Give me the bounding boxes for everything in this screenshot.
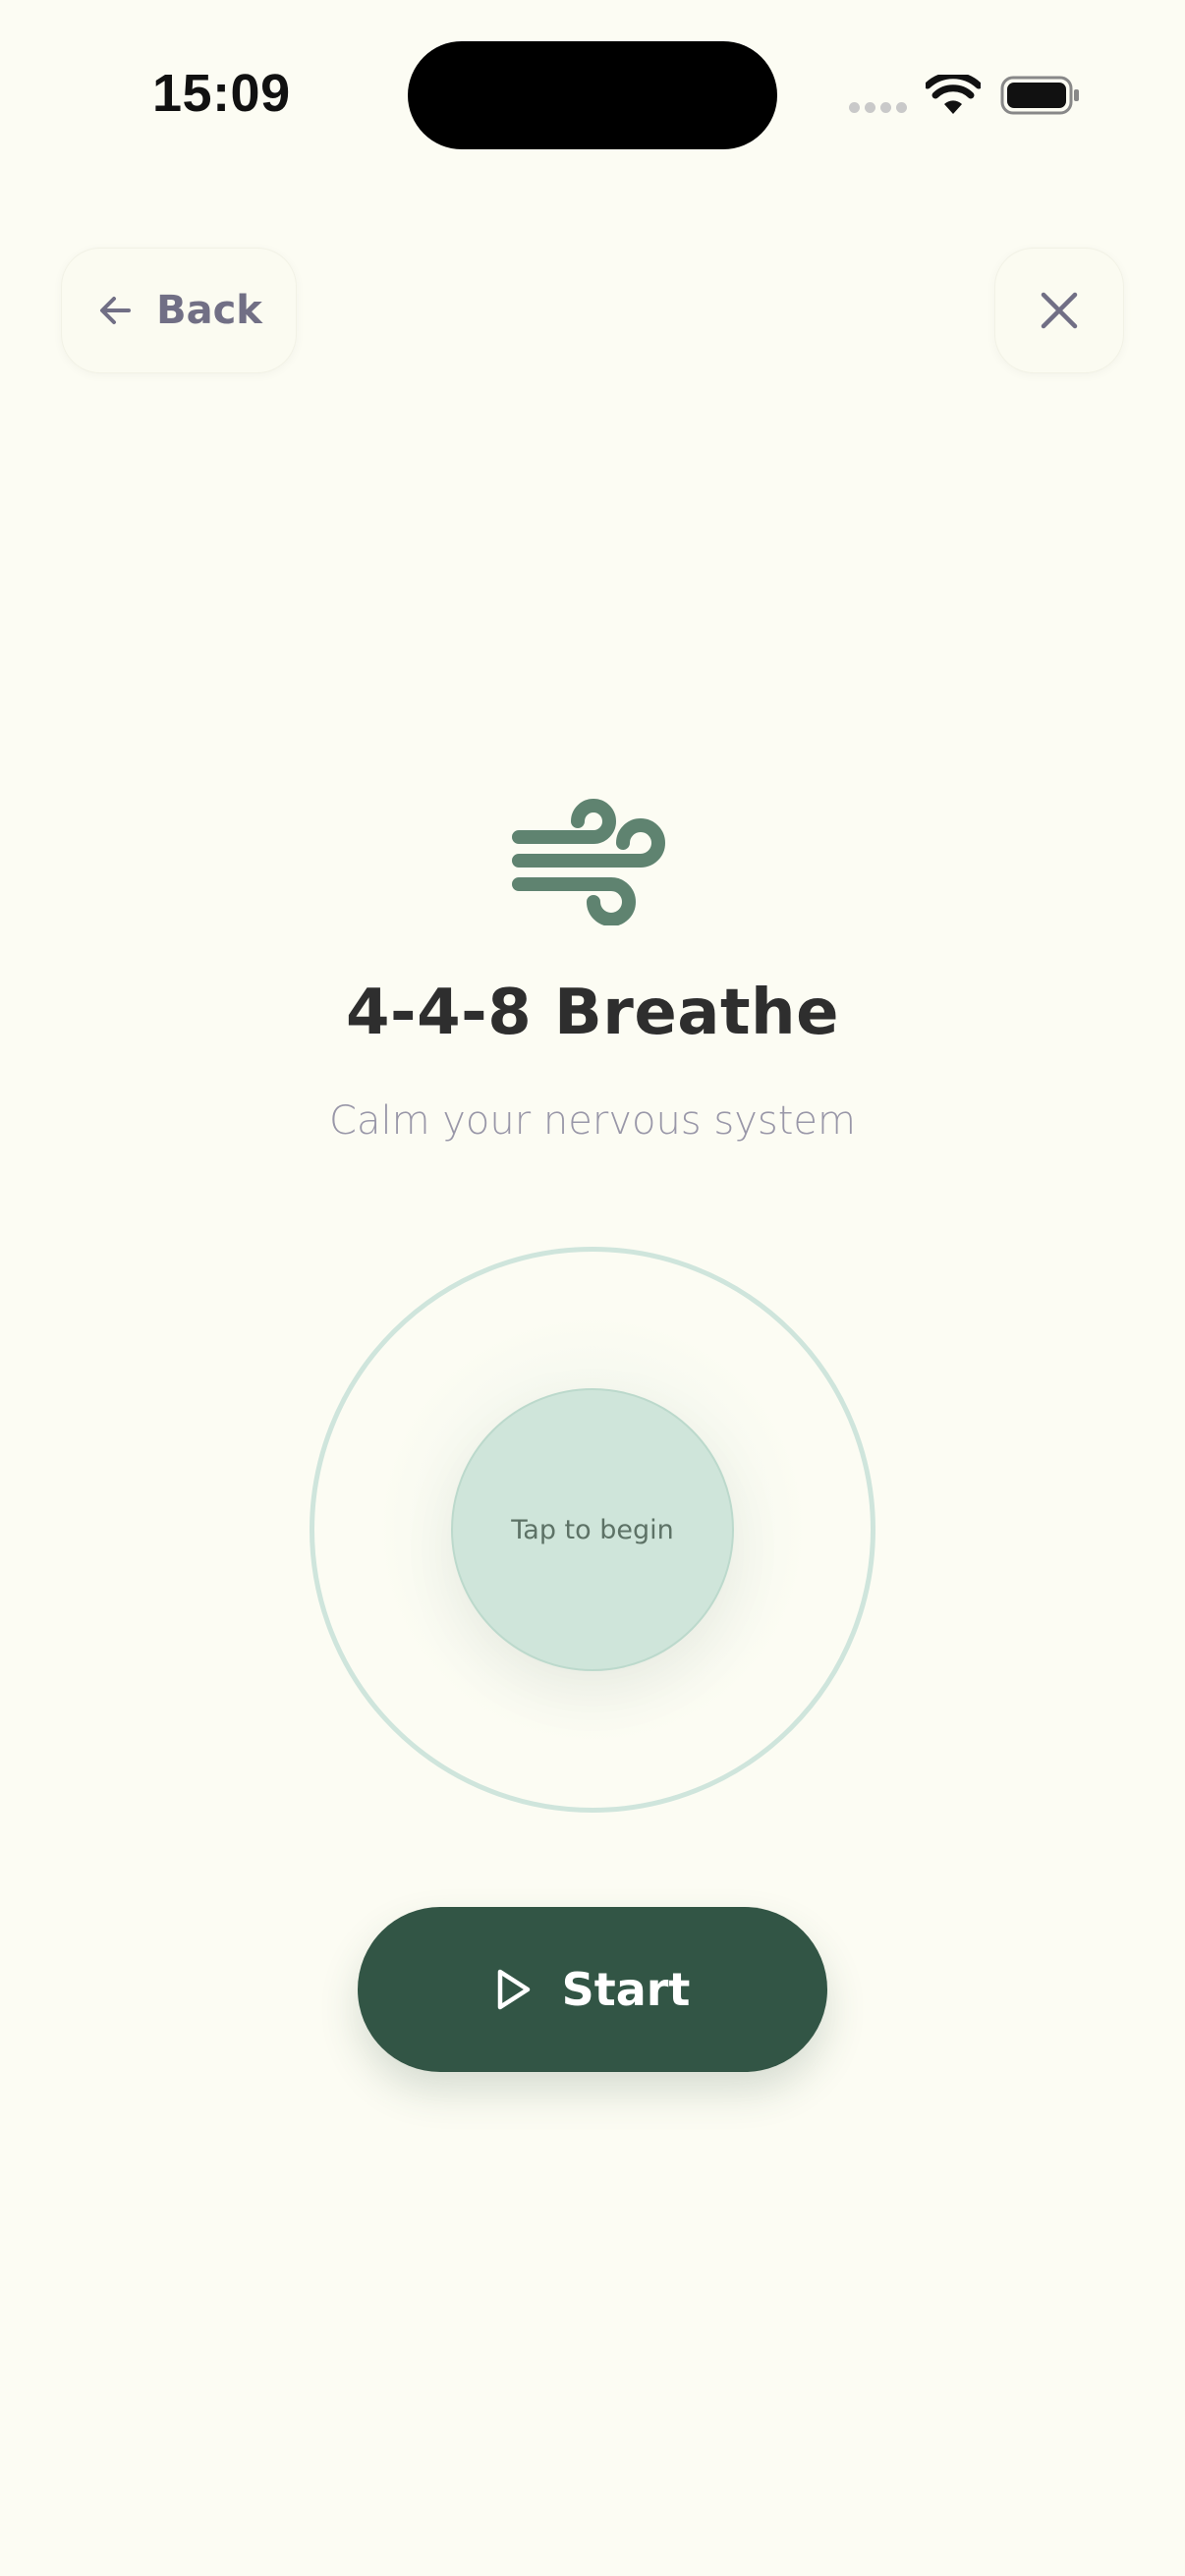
dynamic-island xyxy=(408,41,777,149)
breathing-screen: 15:09 Back 4-4-8 Breathe Calm your nervo xyxy=(0,0,1185,2576)
status-time: 15:09 xyxy=(152,64,291,123)
back-button[interactable]: Back xyxy=(61,248,297,373)
tap-to-begin-label: Tap to begin xyxy=(511,1514,674,1545)
close-icon xyxy=(1041,292,1078,329)
wind-icon xyxy=(512,799,665,925)
wifi-icon xyxy=(926,75,981,114)
exercise-title: 4-4-8 Breathe xyxy=(346,977,839,1049)
back-label: Back xyxy=(156,288,262,333)
start-button[interactable]: Start xyxy=(358,1907,827,2072)
battery-icon xyxy=(1000,76,1079,115)
cellular-signal-icon xyxy=(849,102,907,113)
arrow-left-icon xyxy=(100,297,132,324)
play-icon xyxy=(497,1969,530,2010)
start-label: Start xyxy=(561,1963,691,2016)
close-button[interactable] xyxy=(994,248,1124,373)
exercise-subtitle: Calm your nervous system xyxy=(329,1098,856,1144)
breathing-circle[interactable]: Tap to begin xyxy=(451,1388,734,1671)
